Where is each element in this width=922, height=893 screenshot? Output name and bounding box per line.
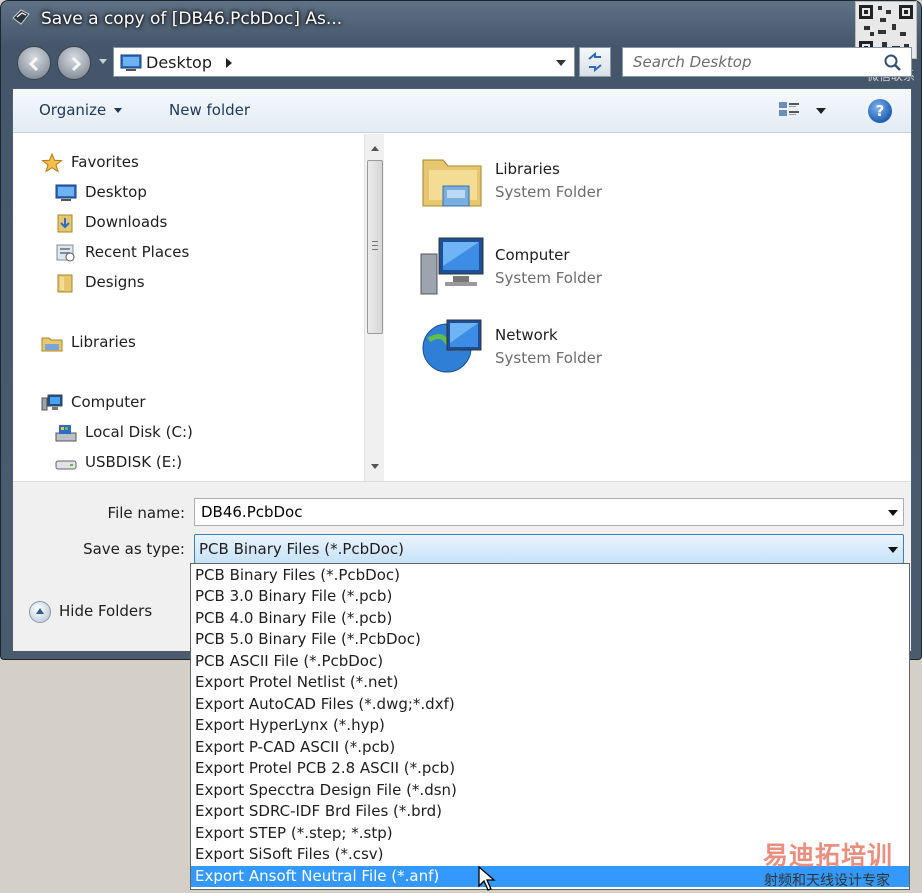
address-location[interactable]: Desktop xyxy=(146,53,212,72)
downloads-folder-icon xyxy=(57,214,73,233)
refresh-icon xyxy=(588,51,602,73)
save-type-value: PCB Binary Files (*.PcbDoc) xyxy=(199,540,404,558)
libraries-icon xyxy=(41,337,63,352)
views-dropdown-icon[interactable] xyxy=(816,108,826,114)
save-type-option[interactable]: PCB Binary Files (*.PcbDoc) xyxy=(191,565,909,586)
desktop-icon xyxy=(55,184,77,201)
save-type-option[interactable]: Export P-CAD ASCII (*.pcb) xyxy=(191,737,909,758)
save-type-option[interactable]: Export Specctra Design File (*.dsn) xyxy=(191,780,909,801)
content-item-name: Computer xyxy=(495,246,570,264)
search-box[interactable] xyxy=(622,47,912,77)
nav-label-usbdisk: USBDISK (E:) xyxy=(85,453,183,471)
command-bar: Organize New folder ? xyxy=(13,89,911,133)
nav-label-libraries: Libraries xyxy=(71,333,136,351)
nav-label-computer: Computer xyxy=(71,393,146,411)
address-bar[interactable]: Desktop xyxy=(113,47,575,77)
save-type-option[interactable]: PCB 3.0 Binary File (*.pcb) xyxy=(191,586,909,607)
folder-icon xyxy=(57,274,73,293)
content-item-type: System Folder xyxy=(495,269,603,287)
forward-arrow-icon xyxy=(71,56,82,72)
watermark-tagline: 射频和天线设计专家 xyxy=(764,873,890,889)
chevron-up-icon xyxy=(29,601,51,623)
save-type-option[interactable]: Export HyperLynx (*.hyp) xyxy=(191,715,909,736)
content-item-computer[interactable]: Computer System Folder xyxy=(417,232,717,302)
help-icon[interactable]: ? xyxy=(868,99,892,123)
organize-label: Organize xyxy=(39,101,107,119)
app-icon xyxy=(12,9,30,25)
dialog-window: Save a copy of [DB46.PcbDoc] As... 微信联系 … xyxy=(0,0,922,660)
breadcrumb-arrow-icon[interactable] xyxy=(226,58,232,68)
content-item-type: System Folder xyxy=(495,349,603,367)
content-item-network[interactable]: Network System Folder xyxy=(417,312,717,382)
desktop-icon xyxy=(120,54,142,71)
save-type-option[interactable]: PCB 5.0 Binary File (*.PcbDoc) xyxy=(191,629,909,650)
content-item-libraries[interactable]: Libraries System Folder xyxy=(417,146,717,216)
back-arrow-icon xyxy=(28,56,39,72)
nav-label-downloads: Downloads xyxy=(85,213,168,231)
save-type-option[interactable]: Export Protel Netlist (*.net) xyxy=(191,672,909,693)
nav-label-favorites: Favorites xyxy=(71,153,139,171)
back-button[interactable] xyxy=(17,46,51,80)
save-type-label: Save as type: xyxy=(83,540,185,558)
nav-label-designs: Designs xyxy=(85,273,145,291)
title-bar[interactable]: Save a copy of [DB46.PcbDoc] As... xyxy=(1,1,922,39)
star-icon xyxy=(41,153,63,173)
libraries-icon xyxy=(422,159,482,207)
grip-icon xyxy=(372,241,378,250)
file-name-label: File name: xyxy=(107,504,185,522)
usb-drive-icon xyxy=(55,460,77,470)
views-icon[interactable] xyxy=(778,101,802,121)
watermark-brand: 易迪拓培训 xyxy=(763,841,894,870)
window-title: Save a copy of [DB46.PcbDoc] As... xyxy=(41,9,343,29)
save-type-dropdown-icon[interactable] xyxy=(888,547,898,553)
scrollbar-thumb[interactable] xyxy=(367,160,383,334)
content-item-name: Libraries xyxy=(495,160,560,178)
local-disk-icon xyxy=(55,425,77,442)
save-type-option[interactable]: PCB ASCII File (*.PcbDoc) xyxy=(191,651,909,672)
refresh-button[interactable] xyxy=(579,47,611,77)
hide-folders-label: Hide Folders xyxy=(59,602,153,620)
content-item-type: System Folder xyxy=(495,183,603,201)
save-type-select[interactable]: PCB Binary Files (*.PcbDoc) xyxy=(194,534,904,564)
content-item-name: Network xyxy=(495,326,558,344)
save-type-option[interactable]: Export SDRC-IDF Brd Files (*.brd) xyxy=(191,801,909,822)
content-pane: Libraries System Folder Computer System … xyxy=(385,134,911,481)
scroll-up-icon[interactable] xyxy=(371,146,379,151)
computer-icon xyxy=(41,394,63,411)
save-type-option[interactable]: Export AutoCAD Files (*.dwg;*.dxf) xyxy=(191,694,909,715)
file-name-field[interactable] xyxy=(194,498,904,526)
chevron-down-icon xyxy=(114,108,123,113)
computer-icon xyxy=(420,237,484,295)
file-name-input[interactable] xyxy=(201,502,851,522)
recent-places-icon xyxy=(56,244,75,262)
address-dropdown-icon[interactable] xyxy=(556,60,566,66)
save-type-option[interactable]: Export Protel PCB 2.8 ASCII (*.pcb) xyxy=(191,758,909,779)
mouse-cursor-icon xyxy=(478,866,496,891)
file-name-dropdown-icon[interactable] xyxy=(888,510,898,516)
nav-label-local-disk: Local Disk (C:) xyxy=(85,423,193,441)
recent-locations-dropdown[interactable] xyxy=(99,59,107,64)
new-folder-button[interactable]: New folder xyxy=(169,101,250,119)
search-input[interactable] xyxy=(633,52,863,72)
save-type-option[interactable]: PCB 4.0 Binary File (*.pcb) xyxy=(191,608,909,629)
nav-label-recent-places: Recent Places xyxy=(85,243,190,261)
navigation-pane: Favorites Desktop Downloads Recent Place… xyxy=(13,134,363,481)
nav-label-desktop: Desktop xyxy=(85,183,147,201)
network-icon xyxy=(422,319,482,373)
navigation-scrollbar[interactable] xyxy=(364,134,384,481)
forward-button[interactable] xyxy=(57,46,91,80)
organize-button[interactable]: Organize xyxy=(39,101,123,119)
search-icon[interactable] xyxy=(883,53,903,73)
scroll-down-icon[interactable] xyxy=(371,464,379,469)
